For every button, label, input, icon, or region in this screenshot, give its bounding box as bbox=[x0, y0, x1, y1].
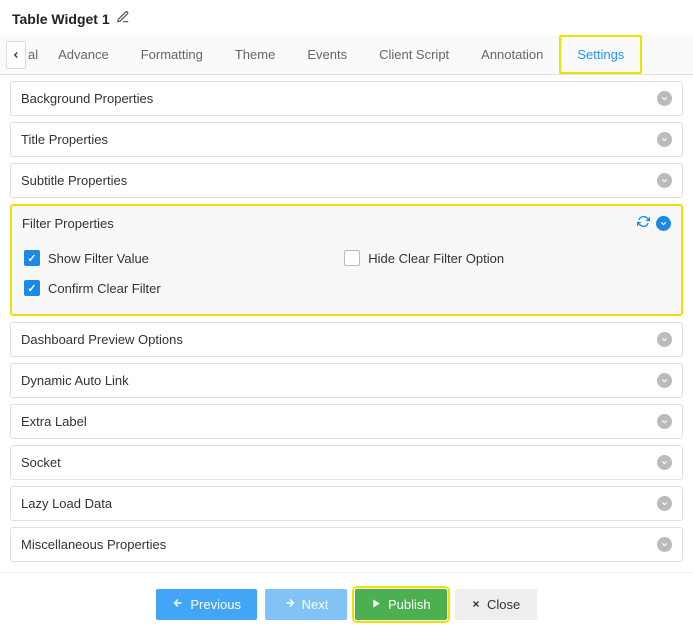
button-label: Close bbox=[487, 597, 520, 612]
chevron-down-icon[interactable] bbox=[657, 332, 672, 347]
edit-icon[interactable] bbox=[116, 10, 130, 27]
chevron-down-icon[interactable] bbox=[657, 496, 672, 511]
sections-container: Background Properties Title Properties S… bbox=[0, 75, 693, 572]
section-background: Background Properties bbox=[10, 81, 683, 116]
chevron-down-icon[interactable] bbox=[657, 132, 672, 147]
section-subtitle: Subtitle Properties bbox=[10, 163, 683, 198]
chevron-down-icon[interactable] bbox=[656, 216, 671, 231]
checkbox-label: Confirm Clear Filter bbox=[48, 281, 161, 296]
tab-bar: al Advance Formatting Theme Events Clien… bbox=[0, 35, 693, 75]
checkbox-confirm-clear-filter[interactable]: Confirm Clear Filter bbox=[24, 280, 314, 296]
section-filter: Filter Properties Show Filter Value Hide… bbox=[10, 204, 683, 316]
section-title: Miscellaneous Properties bbox=[21, 537, 166, 552]
chevron-down-icon[interactable] bbox=[657, 414, 672, 429]
filter-body: Show Filter Value Hide Clear Filter Opti… bbox=[12, 240, 681, 314]
tab-annotation[interactable]: Annotation bbox=[465, 37, 559, 72]
checkbox-label: Show Filter Value bbox=[48, 251, 149, 266]
chevron-down-icon[interactable] bbox=[657, 373, 672, 388]
chevron-down-icon[interactable] bbox=[657, 91, 672, 106]
section-lazy-load: Lazy Load Data bbox=[10, 486, 683, 521]
section-header-extra-label[interactable]: Extra Label bbox=[11, 405, 682, 438]
checkbox-icon[interactable] bbox=[344, 250, 360, 266]
section-title: Background Properties bbox=[21, 91, 153, 106]
chevron-down-icon[interactable] bbox=[657, 537, 672, 552]
section-title: Title Properties bbox=[21, 132, 108, 147]
widget-header: Table Widget 1 bbox=[0, 0, 693, 35]
section-title: Subtitle Properties bbox=[21, 173, 127, 188]
refresh-icon[interactable] bbox=[637, 215, 650, 231]
tab-formatting[interactable]: Formatting bbox=[125, 37, 219, 72]
footer-buttons: Previous Next Publish Close bbox=[0, 572, 693, 636]
section-socket: Socket bbox=[10, 445, 683, 480]
section-title: Extra Label bbox=[21, 414, 87, 429]
previous-button[interactable]: Previous bbox=[156, 589, 257, 620]
section-title: Socket bbox=[21, 455, 61, 470]
section-header-background[interactable]: Background Properties bbox=[11, 82, 682, 115]
section-dynamic-auto-link: Dynamic Auto Link bbox=[10, 363, 683, 398]
tab-theme[interactable]: Theme bbox=[219, 37, 291, 72]
tab-client-script[interactable]: Client Script bbox=[363, 37, 465, 72]
section-title: Dashboard Preview Options bbox=[21, 332, 183, 347]
publish-button[interactable]: Publish bbox=[355, 589, 447, 620]
section-header-filter[interactable]: Filter Properties bbox=[12, 206, 681, 240]
tab-scroll-left[interactable] bbox=[6, 41, 26, 69]
section-title: Filter Properties bbox=[22, 216, 114, 231]
tab-settings[interactable]: Settings bbox=[559, 35, 642, 74]
checkbox-icon[interactable] bbox=[24, 250, 40, 266]
checkbox-show-filter-value[interactable]: Show Filter Value bbox=[24, 250, 314, 266]
checkbox-label: Hide Clear Filter Option bbox=[368, 251, 504, 266]
section-header-misc[interactable]: Miscellaneous Properties bbox=[11, 528, 682, 561]
button-label: Publish bbox=[388, 597, 431, 612]
chevron-down-icon[interactable] bbox=[657, 173, 672, 188]
section-header-title[interactable]: Title Properties bbox=[11, 123, 682, 156]
widget-title: Table Widget 1 bbox=[12, 11, 110, 27]
play-icon bbox=[371, 597, 382, 612]
next-button[interactable]: Next bbox=[265, 589, 347, 620]
section-header-lazy-load[interactable]: Lazy Load Data bbox=[11, 487, 682, 520]
section-header-dashboard-preview[interactable]: Dashboard Preview Options bbox=[11, 323, 682, 356]
chevron-down-icon[interactable] bbox=[657, 455, 672, 470]
section-header-dynamic-auto-link[interactable]: Dynamic Auto Link bbox=[11, 364, 682, 397]
tab-events[interactable]: Events bbox=[291, 37, 363, 72]
section-header-socket[interactable]: Socket bbox=[11, 446, 682, 479]
tab-advance[interactable]: Advance bbox=[42, 37, 125, 72]
arrow-left-icon bbox=[172, 597, 184, 612]
checkbox-icon[interactable] bbox=[24, 280, 40, 296]
arrow-right-icon bbox=[284, 597, 296, 612]
section-misc: Miscellaneous Properties bbox=[10, 527, 683, 562]
section-title: Lazy Load Data bbox=[21, 496, 112, 511]
section-header-subtitle[interactable]: Subtitle Properties bbox=[11, 164, 682, 197]
checkbox-hide-clear-filter[interactable]: Hide Clear Filter Option bbox=[344, 250, 634, 266]
section-dashboard-preview: Dashboard Preview Options bbox=[10, 322, 683, 357]
close-button[interactable]: Close bbox=[455, 589, 537, 620]
button-label: Previous bbox=[190, 597, 241, 612]
close-icon bbox=[471, 597, 481, 612]
section-title: Dynamic Auto Link bbox=[21, 373, 129, 388]
button-label: Next bbox=[302, 597, 329, 612]
section-title-props: Title Properties bbox=[10, 122, 683, 157]
tab-partial: al bbox=[26, 37, 42, 72]
section-extra-label: Extra Label bbox=[10, 404, 683, 439]
